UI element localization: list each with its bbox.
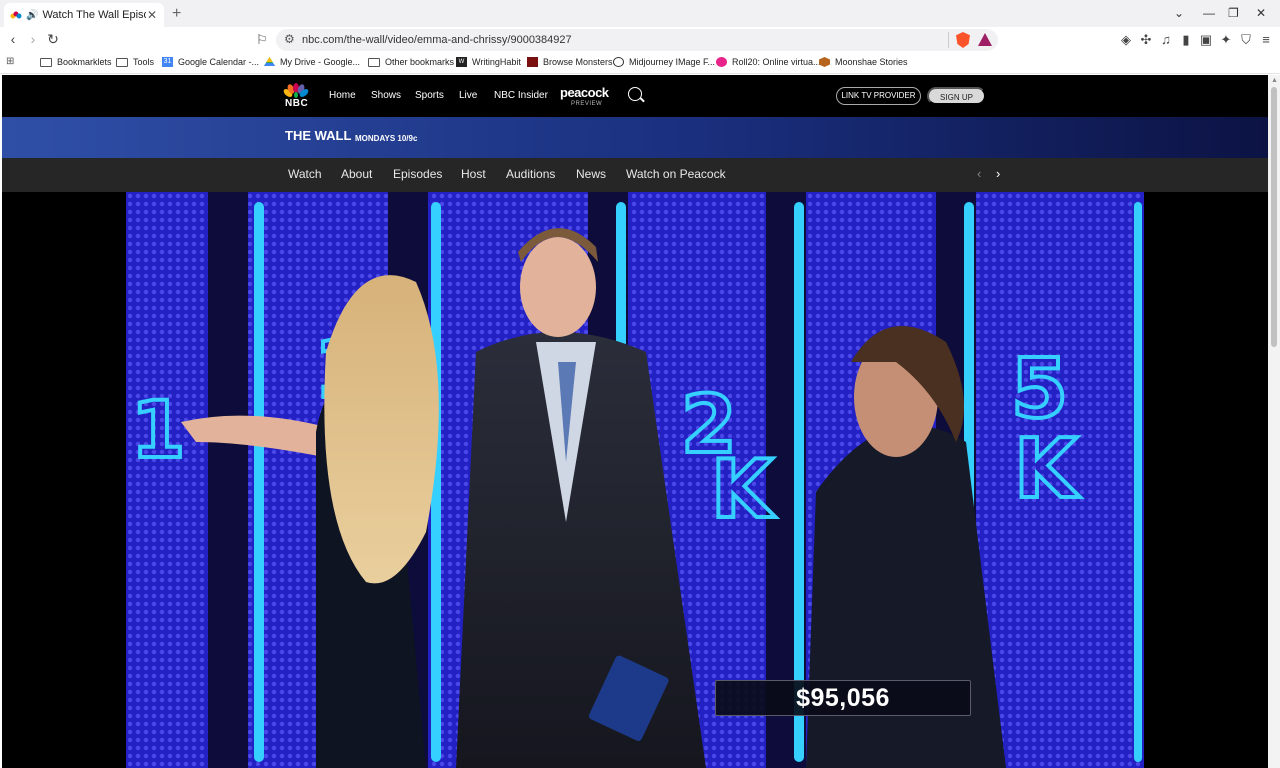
leo-ai-icon[interactable]: ✦ xyxy=(1218,32,1234,48)
back-button[interactable]: ‹ xyxy=(4,31,22,47)
roll20-icon xyxy=(716,57,727,67)
wall-label: 1 xyxy=(131,386,185,476)
nbc-header: NBC Home Shows Sports Live NBC Insider p… xyxy=(2,75,1268,117)
search-icon[interactable] xyxy=(628,87,642,101)
video-frame: 1 1 2 5 K K xyxy=(126,192,1144,768)
tab-title: Watch The Wall Episode: Emma and Chrissy xyxy=(42,9,146,21)
bookmark-folder[interactable]: Bookmarklets xyxy=(40,57,112,67)
folder-icon xyxy=(116,57,128,67)
wall-label: K xyxy=(711,443,776,536)
close-tab-icon[interactable]: ✕ xyxy=(146,8,158,22)
url-text[interactable]: nbc.com/the-wall/video/emma-and-chrissy/… xyxy=(302,34,572,46)
nav-live[interactable]: Live xyxy=(459,90,477,101)
video-player[interactable]: 1 1 2 5 K K xyxy=(126,192,1144,768)
bookmark-folder[interactable]: Tools xyxy=(116,57,154,67)
bookmark-icon[interactable]: ⚐ xyxy=(256,32,268,48)
bookmark-link[interactable]: Moonshae Stories xyxy=(819,57,908,67)
nbc-favicon-icon xyxy=(10,9,22,21)
bookmark-link[interactable]: Midjourney IMage F... xyxy=(613,57,715,67)
tab-watch-on-peacock[interactable]: Watch on Peacock xyxy=(626,167,726,181)
scroll-up-icon[interactable]: ▲ xyxy=(1271,77,1278,84)
new-tab-button[interactable]: + xyxy=(172,5,181,23)
tab-search-icon[interactable]: ⌄ xyxy=(1174,6,1184,20)
minimize-button[interactable]: — xyxy=(1203,6,1215,20)
midjourney-icon xyxy=(613,57,624,67)
brave-rewards-icon[interactable] xyxy=(978,33,992,46)
folder-icon xyxy=(368,57,380,67)
bookmarks-bar: ⊞ Bookmarklets Tools 31 Google Calendar -… xyxy=(0,54,1280,74)
address-bar[interactable]: ⚙ nbc.com/the-wall/video/emma-and-chriss… xyxy=(276,29,998,51)
tab-episodes[interactable]: Episodes xyxy=(393,167,442,181)
wall-label: K xyxy=(1014,422,1081,517)
tab-about[interactable]: About xyxy=(341,167,372,181)
monster-icon xyxy=(527,57,538,67)
link-tv-provider-button[interactable]: LINK TV PROVIDER xyxy=(836,87,921,105)
peacock-logo[interactable]: peacock xyxy=(560,85,609,100)
divider xyxy=(948,32,949,48)
bookmark-folder[interactable]: Other bookmarks xyxy=(368,57,454,67)
nbc-peacock-logo-icon[interactable] xyxy=(283,81,309,99)
drive-icon xyxy=(264,57,275,67)
browser-tab[interactable]: 🔊 Watch The Wall Episode: Emma and Chris… xyxy=(4,3,164,27)
moonshae-icon xyxy=(819,57,830,67)
show-subnav: Watch About Episodes Host Auditions News… xyxy=(2,158,1268,192)
show-banner: THE WALL MONDAYS 10/9c xyxy=(2,117,1268,158)
sidebar-icon[interactable]: ▮ xyxy=(1178,32,1194,48)
scroll-left-arrow-icon[interactable]: ‹ xyxy=(977,166,981,181)
extension-icon[interactable]: ◈ xyxy=(1118,32,1134,48)
calendar-icon: 31 xyxy=(162,57,173,67)
show-title[interactable]: THE WALL xyxy=(285,128,351,143)
folder-icon xyxy=(40,57,52,67)
forward-button[interactable]: › xyxy=(24,31,42,47)
close-window-button[interactable]: ✕ xyxy=(1256,6,1266,20)
web-page: NBC Home Shows Sports Live NBC Insider p… xyxy=(2,75,1268,768)
tab-strip: 🔊 Watch The Wall Episode: Emma and Chris… xyxy=(0,0,1280,27)
score-display: $95,056 xyxy=(715,680,971,716)
bookmark-link[interactable]: My Drive - Google... xyxy=(264,57,360,67)
tab-host[interactable]: Host xyxy=(461,167,486,181)
brave-shields-icon[interactable] xyxy=(956,32,970,48)
peacock-preview-label: PREVIEW xyxy=(571,101,603,107)
bookmark-link[interactable]: W WritingHabit xyxy=(456,57,521,67)
extensions-puzzle-icon[interactable]: ✣ xyxy=(1138,32,1154,48)
wallet-icon[interactable]: ▣ xyxy=(1198,32,1214,48)
nbc-logo-text[interactable]: NBC xyxy=(285,98,308,109)
site-info-icon[interactable]: ⚙ xyxy=(284,32,295,46)
browser-toolbar: ‹ › ↻ ⚐ ⚙ nbc.com/the-wall/video/emma-an… xyxy=(0,27,1280,54)
reload-button[interactable]: ↻ xyxy=(44,31,62,48)
maximize-button[interactable]: ❐ xyxy=(1228,6,1239,20)
nav-home[interactable]: Home xyxy=(329,90,356,101)
scrollbar-thumb[interactable] xyxy=(1271,87,1277,347)
media-icon[interactable]: ♫ xyxy=(1158,32,1174,47)
vpn-shield-icon[interactable]: ⛉ xyxy=(1238,32,1254,48)
tab-watch[interactable]: Watch xyxy=(288,167,322,181)
bookmark-link[interactable]: 31 Google Calendar -... xyxy=(162,57,259,67)
audio-playing-icon[interactable]: 🔊 xyxy=(26,10,38,21)
apps-grid-icon[interactable]: ⊞ xyxy=(6,57,22,67)
sign-up-button[interactable]: SIGN UP xyxy=(927,87,986,105)
bookmark-link[interactable]: Browse Monsters xyxy=(527,57,613,67)
tab-news[interactable]: News xyxy=(576,167,606,181)
menu-icon[interactable]: ≡ xyxy=(1258,32,1274,47)
nav-nbc-insider[interactable]: NBC Insider xyxy=(494,90,548,101)
page-scrollbar[interactable]: ▲ xyxy=(1268,75,1280,768)
show-schedule: MONDAYS 10/9c xyxy=(355,134,418,143)
scroll-right-arrow-icon[interactable]: › xyxy=(996,166,1000,181)
writinghabit-icon: W xyxy=(456,57,467,67)
nav-shows[interactable]: Shows xyxy=(371,90,401,101)
bookmark-link[interactable]: Roll20: Online virtua... xyxy=(716,57,821,67)
tab-auditions[interactable]: Auditions xyxy=(506,167,555,181)
nav-sports[interactable]: Sports xyxy=(415,90,444,101)
